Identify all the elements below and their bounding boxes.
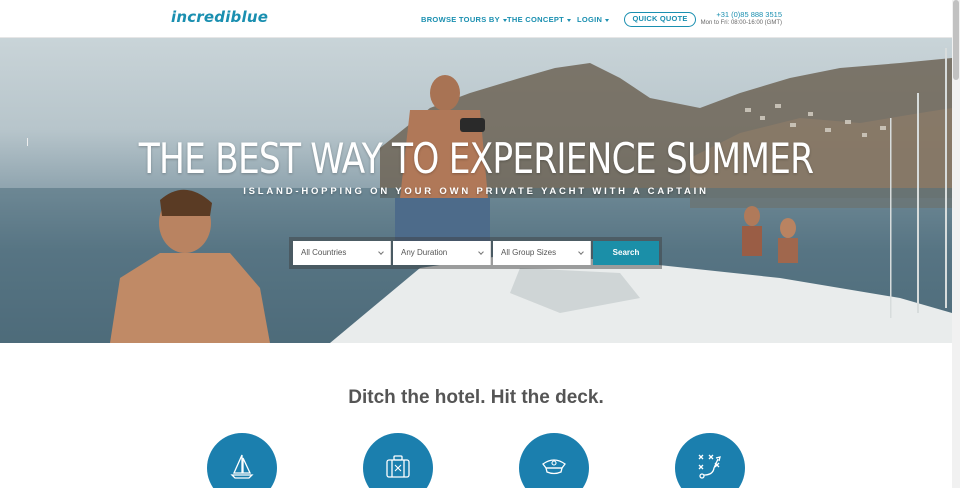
duration-select-value: Any Duration <box>401 248 448 257</box>
chevron-down-icon <box>567 18 572 22</box>
phone-number[interactable]: +31 (0)85 888 3515 <box>700 10 782 19</box>
hero-banner: THE BEST WAY TO EXPERIENCE SUMMER ISLAND… <box>0 38 952 343</box>
section-tagline: Ditch the hotel. Hit the deck. <box>348 387 604 408</box>
hero-title: THE BEST WAY TO EXPERIENCE SUMMER <box>138 134 814 183</box>
nav-the-concept-label: THE CONCEPT <box>507 15 565 24</box>
feature-circle-sailboat <box>207 433 277 488</box>
route-plan-icon <box>698 454 721 479</box>
office-hours: Mon to Fri: 08:00-16:00 (GMT) <box>700 20 782 26</box>
captain-hat-icon <box>542 459 566 475</box>
nav-login[interactable]: LOGIN <box>577 15 610 24</box>
quick-quote-button[interactable]: QUICK QUOTE <box>624 12 696 27</box>
luggage-icon <box>386 455 410 478</box>
site-header: incrediblue BROWSE TOURS BY THE CONCEPT … <box>0 0 952 38</box>
nav-browse-tours-label: BROWSE TOURS BY <box>421 15 500 24</box>
duration-select[interactable]: Any Duration <box>393 241 491 265</box>
nav-browse-tours[interactable]: BROWSE TOURS BY <box>421 15 507 24</box>
country-select[interactable]: All Countries <box>293 241 391 265</box>
logo[interactable]: incrediblue <box>171 8 268 26</box>
chevron-down-icon <box>378 249 384 255</box>
chevron-down-icon <box>478 249 484 255</box>
hero-subtitle: ISLAND-HOPPING ON YOUR OWN PRIVATE YACHT… <box>243 186 709 197</box>
group-size-select[interactable]: All Group Sizes <box>493 241 591 265</box>
group-size-select-value: All Group Sizes <box>501 248 557 257</box>
scrollbar-thumb[interactable] <box>953 0 959 80</box>
feature-circle-captain-hat <box>519 433 589 488</box>
chevron-down-icon <box>605 18 610 22</box>
search-button[interactable]: Search <box>593 241 659 265</box>
tour-search-form: All Countries Any Duration All Group Siz… <box>289 237 662 269</box>
feature-circle-route-plan <box>675 433 745 488</box>
feature-circle-luggage <box>363 433 433 488</box>
page-scrollbar[interactable] <box>952 0 960 488</box>
sailboat-icon <box>230 454 254 479</box>
nav-the-concept[interactable]: THE CONCEPT <box>507 15 572 24</box>
nav-login-label: LOGIN <box>577 15 603 24</box>
country-select-value: All Countries <box>301 248 347 257</box>
chevron-down-icon <box>578 249 584 255</box>
